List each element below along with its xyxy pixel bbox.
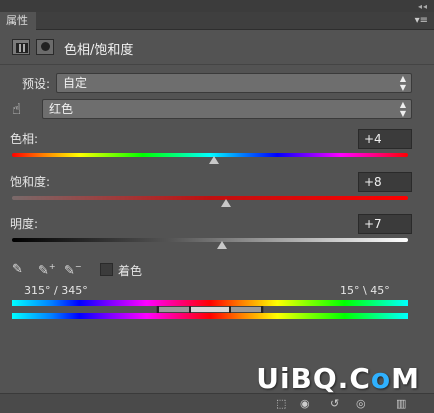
range-handle-right-inner[interactable] [229, 306, 231, 313]
preset-label: 预设: [22, 77, 51, 91]
watermark-logo: UiBQ.CoM [256, 362, 420, 395]
color-range-slider[interactable] [156, 306, 264, 313]
top-bar: ◂◂ [0, 0, 434, 12]
view-previous-icon[interactable]: ◉ [300, 397, 314, 410]
colorize-label: 着色 [118, 264, 143, 278]
panel-header: 色相/饱和度 [0, 30, 434, 64]
panel-title: 色相/饱和度 [64, 43, 134, 58]
range-handle-left-inner[interactable] [189, 306, 191, 313]
lightness-value-field[interactable]: +7 [358, 214, 412, 234]
range-inner [191, 307, 229, 312]
select-arrows-icon: ▲ ▼ [399, 100, 406, 118]
lightness-slider-thumb[interactable] [216, 241, 227, 249]
select-arrows-icon: ▲ ▼ [399, 74, 406, 92]
panel-tab-row: 属性 ▾≡ [0, 12, 434, 30]
eyedropper-icon[interactable]: ✎ [12, 262, 30, 280]
range-handle-left-outer[interactable] [157, 306, 159, 313]
saturation-slider-thumb[interactable] [220, 199, 231, 207]
targeted-adjustment-hand-icon[interactable]: ☝ [12, 100, 32, 118]
mask-icon[interactable] [36, 39, 54, 55]
preset-value: 自定 [63, 76, 88, 90]
range-handle-right-outer[interactable] [261, 306, 263, 313]
eyedropper-minus-icon[interactable]: ✎− [64, 262, 82, 280]
colorize-checkbox[interactable] [100, 263, 113, 276]
tab-properties[interactable]: 属性 [0, 12, 36, 30]
visibility-icon[interactable]: ◎ [356, 397, 370, 410]
saturation-slider-track[interactable] [12, 196, 408, 200]
output-color-bar [12, 313, 408, 319]
saturation-label: 饱和度: [10, 175, 51, 189]
eyedropper-plus-icon[interactable]: ✎+ [38, 262, 56, 280]
channel-select[interactable]: 红色 ▲ ▼ [42, 99, 412, 119]
panel-footer: ⬚ ◉ ↺ ◎ ▥ [0, 393, 434, 413]
preset-select[interactable]: 自定 ▲ ▼ [56, 73, 412, 93]
clip-to-layer-icon[interactable]: ⬚ [276, 397, 290, 410]
channel-value: 红色 [49, 102, 74, 116]
hue-label: 色相: [10, 132, 39, 146]
lightness-label: 明度: [10, 217, 39, 231]
collapse-icon[interactable]: ◂◂ [418, 2, 428, 11]
panel-menu-icon[interactable]: ▾≡ [415, 15, 428, 26]
adjustment-layer-icon[interactable] [12, 39, 30, 55]
lightness-slider-track[interactable] [12, 238, 408, 242]
hue-slider-thumb[interactable] [208, 156, 219, 164]
reset-icon[interactable]: ↺ [330, 397, 344, 410]
saturation-value-field[interactable]: +8 [358, 172, 412, 192]
hue-value-field[interactable]: +4 [358, 129, 412, 149]
delete-icon[interactable]: ▥ [396, 397, 410, 410]
range-left-label: 315° / 345° [24, 284, 88, 297]
range-right-label: 15° \ 45° [340, 284, 390, 297]
header-divider [0, 64, 434, 65]
